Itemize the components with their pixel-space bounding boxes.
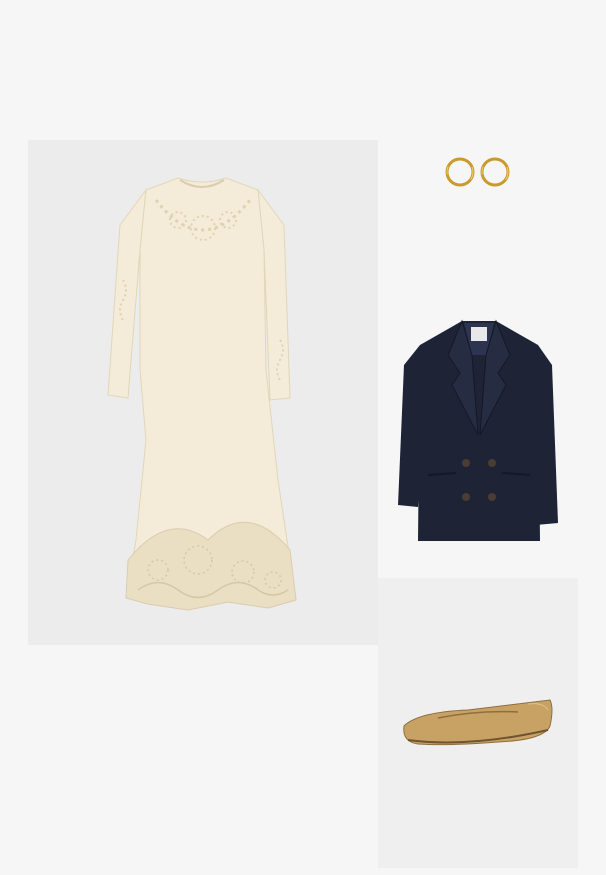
dress-tile[interactable] [28,140,378,645]
earrings-tile[interactable] [420,140,540,220]
blazer-tile[interactable] [390,315,568,550]
earrings-image [445,157,510,187]
shoes-tile[interactable] [378,578,578,868]
dress-image [107,177,297,611]
blazer-image [398,319,558,541]
ballet-flat-image [403,699,553,746]
